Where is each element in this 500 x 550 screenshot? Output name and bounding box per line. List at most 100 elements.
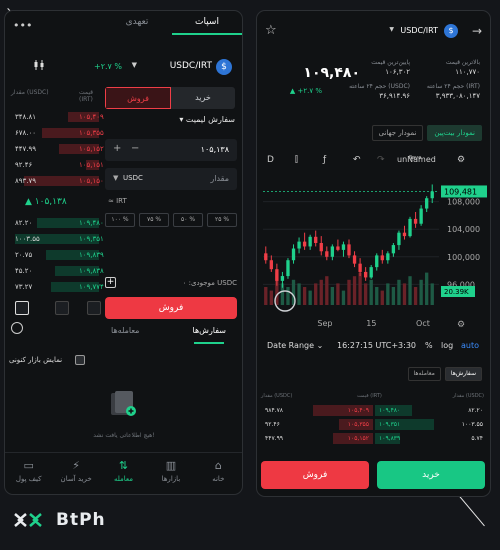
chevron-down-icon[interactable]: ▼ [389, 26, 394, 33]
nav-item-trade[interactable]: ⇅ معامله [100, 453, 147, 494]
history-clock-icon[interactable] [11, 322, 23, 334]
ask-amount: ۹۸۴.۷۸ [265, 407, 284, 414]
back-arrow-icon[interactable]: → [472, 24, 482, 38]
candlestick-chart-icon[interactable] [33, 59, 45, 71]
buy-tab[interactable]: خرید [171, 87, 235, 109]
chevron-down-icon[interactable]: ▼ [113, 174, 118, 182]
pair-header: +۲.۷ % ▼ USDC/IRT $ [5, 53, 242, 81]
tab-spot[interactable]: اسپات [172, 11, 242, 35]
percent-50-button[interactable]: ۵۰ % [173, 213, 203, 227]
ask-row[interactable]: ۴۴۷.۹۹ ۱۰۵,۱۵۲ [11, 143, 104, 155]
candle-body [264, 253, 268, 261]
bid-price: ۱۰۹,۸۳۹ [379, 435, 401, 442]
bid-row[interactable]: ۱۰۹,۴۸۰ ۸۲.۲۰ [375, 405, 487, 416]
volume-bar [358, 272, 362, 305]
buy-button[interactable]: خرید [377, 461, 485, 489]
show-market-checkbox[interactable] [75, 355, 85, 365]
more-menu-icon[interactable]: ••• [13, 19, 32, 32]
date-range-button[interactable]: Date Range ⌄ [267, 341, 323, 350]
ask-row[interactable]: ۸۹۳.۷۹ ۱۰۵,۱۵۰ [11, 175, 104, 187]
settings-gear-icon[interactable]: ⚙ [457, 155, 465, 165]
bid-row[interactable]: ۱۰۹,۸۳۹ ۵.۷۴ [375, 433, 487, 444]
tab-orders[interactable]: سفارش‌ها [444, 367, 482, 381]
view-asks-button[interactable] [87, 301, 101, 315]
pair-selector[interactable]: USDC/IRT [170, 61, 212, 71]
undo-icon[interactable]: ↶ [353, 155, 361, 165]
y-tick-label: 100,000 [447, 253, 480, 262]
minus-icon[interactable]: − [131, 143, 139, 154]
percent-75-button[interactable]: ۷۵ % [139, 213, 169, 227]
bid-row[interactable]: ۲۰.۷۵ ۱۰۹,۸۳۹ [11, 249, 104, 261]
bid-price: ۱۰۹,۳۵۱ [79, 235, 104, 243]
candle-body [369, 267, 373, 278]
log-scale-toggle[interactable]: log [441, 341, 453, 350]
view-both-button[interactable] [15, 301, 29, 315]
nav-item-home[interactable]: ⌂ خانه [195, 453, 242, 494]
tab-bitpin-chart[interactable]: نمودار بیت‌پین [427, 125, 482, 141]
ask-row[interactable]: ۳۴۸.۸۱ ۱۰۵,۴۰۹ [11, 111, 104, 123]
sell-button[interactable]: فروش [105, 297, 237, 319]
candle-body [325, 251, 329, 257]
ask-row[interactable]: ۶۷۸.۰۰ ۱۰۵,۳۵۵ [11, 127, 104, 139]
nav-label: خانه [212, 475, 225, 483]
nav-item-easy-buy[interactable]: ⚡ خرید آسان [52, 453, 99, 494]
price-header: قیمت (IRT) [79, 89, 94, 103]
bid-row[interactable]: ۱۰۹,۳۵۱ ۱۰۰۳.۵۵ [375, 419, 487, 430]
price-field[interactable]: + − ۱۰۵,۱۳۸ [105, 139, 237, 161]
ask-row[interactable]: ۹۲.۴۶ ۱۰۵,۳۵۵ [261, 419, 373, 430]
ask-row[interactable]: ۹۸۴.۷۸ ۱۰۵,۴۰۹ [261, 405, 373, 416]
bid-row[interactable]: ۸۲.۲۰ ۱۰۹,۴۸۰ [11, 217, 104, 229]
orders-tab-indicator [194, 342, 224, 344]
candle-body [380, 255, 384, 261]
x-tick-label: 15 [366, 319, 376, 328]
indicators-icon[interactable]: ƒ [323, 155, 326, 165]
nav-item-wallet[interactable]: ▭ کیف پول [5, 453, 52, 494]
bid-row[interactable]: ۴۵.۲۰ ۱۰۹,۸۳۸ [11, 265, 104, 277]
bid-row[interactable]: ۷۳.۲۷ ۱۰۹,۷۷۴ [11, 281, 104, 293]
volume-bar [375, 287, 379, 305]
order-type-select[interactable]: ▾ سفارش لیمیت [105, 115, 235, 131]
deposit-plus-icon[interactable]: + [105, 277, 116, 288]
redo-icon[interactable]: ↷ [377, 155, 385, 165]
candle-type-icon[interactable]: ⫿ [295, 155, 298, 165]
tab-trades[interactable]: معامله‌ها [407, 367, 441, 381]
interval-selector[interactable]: D [267, 155, 274, 165]
chevron-down-icon[interactable]: ▼ [132, 61, 137, 69]
volume-bar [397, 279, 401, 305]
tab-trades[interactable]: معامله‌ها [111, 326, 139, 335]
bid-row[interactable]: ۱۰۰۳.۵۵ ۱۰۹,۳۵۱ [11, 233, 104, 245]
amount-field[interactable]: ▼ USDC مقدار [105, 168, 237, 190]
nav-item-markets[interactable]: ▥ بازارها [147, 453, 194, 494]
ask-row[interactable]: ۹۲.۴۶ ۱۰۵,۱۵۱ [11, 159, 104, 171]
stat-low: پایین‌ترین قیمت ۱۰۶,۳۰۲ [371, 59, 410, 76]
usdc-coin-icon: $ [216, 59, 232, 75]
bid-amount: ۸۲.۲۰ [15, 219, 33, 227]
tab-futures[interactable]: تعهدی [102, 11, 172, 35]
ask-amount: ۹۲.۴۶ [265, 421, 280, 428]
percent-100-button[interactable]: ۱۰۰ % [105, 213, 135, 227]
plus-icon[interactable]: + [113, 143, 121, 154]
bid-price: ۱۰۹,۴۸۰ [79, 219, 104, 227]
pair-selector[interactable]: USDC/IRT [400, 26, 438, 35]
sell-button[interactable]: فروش [261, 461, 369, 489]
tab-global-chart[interactable]: نمودار جهانی [371, 125, 424, 141]
y-tick-label: 104,000 [447, 225, 480, 234]
chart-range-bar: Date Range ⌄ 16:27:15 UTC+3:30 % log aut… [257, 341, 490, 355]
orderbook-view-toggle [11, 301, 101, 317]
percent-25-button[interactable]: ۲۵ % [207, 213, 237, 227]
candle-body [413, 218, 418, 224]
price-change-value: +۲.۷ % [297, 87, 323, 95]
candle-body [363, 271, 368, 278]
volume-bar [408, 276, 412, 305]
view-bids-button[interactable] [55, 301, 69, 315]
auto-scale-toggle[interactable]: auto [461, 341, 479, 350]
percent-scale-toggle[interactable]: % [425, 341, 433, 350]
sell-tab[interactable]: فروش [105, 87, 171, 109]
tab-orders[interactable]: سفارش‌ها [193, 326, 226, 335]
amount-unit: USDC [123, 174, 143, 182]
favorite-star-icon[interactable]: ☆ [265, 23, 277, 38]
ask-row[interactable]: ۴۴۷.۹۹ ۱۰۵,۱۵۲ [261, 433, 373, 444]
book-tabs: معامله‌ها سفارش‌ها [407, 367, 482, 381]
candle-body [386, 253, 390, 261]
price-chart[interactable]: 96,000100,000104,000108,000109,48120.39K… [257, 175, 491, 337]
